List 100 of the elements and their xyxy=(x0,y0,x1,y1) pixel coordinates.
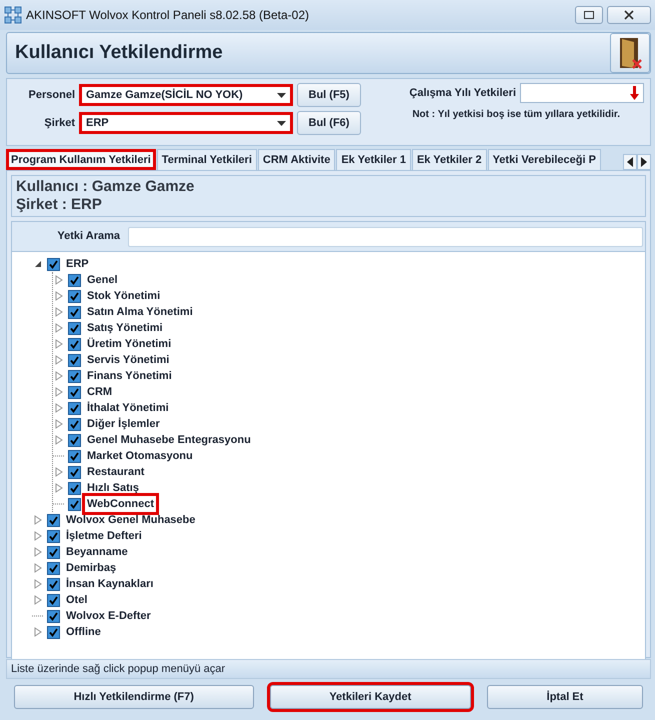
expand-icon[interactable] xyxy=(53,322,65,334)
checkbox[interactable] xyxy=(47,626,60,638)
tree-item[interactable]: Hızlı Satış xyxy=(85,480,141,496)
exit-button[interactable] xyxy=(610,33,650,73)
tree-item[interactable]: Restaurant xyxy=(85,464,146,480)
tree-item[interactable]: Otel xyxy=(64,592,90,608)
tab[interactable]: CRM Aktivite xyxy=(258,148,336,170)
year-field[interactable] xyxy=(520,83,644,103)
caret-icon xyxy=(277,120,286,126)
checkbox[interactable] xyxy=(68,450,81,462)
field-label: Çalışma Yılı Yetkileri xyxy=(409,86,516,101)
expand-icon[interactable] xyxy=(32,514,44,526)
checkbox[interactable] xyxy=(68,498,81,510)
checkbox[interactable] xyxy=(68,354,81,366)
expand-icon[interactable] xyxy=(32,562,44,574)
checkbox[interactable] xyxy=(68,386,81,398)
expand-icon[interactable] xyxy=(32,594,44,606)
expand-icon[interactable] xyxy=(53,306,65,318)
expand-icon[interactable] xyxy=(53,466,65,478)
checkbox[interactable] xyxy=(68,370,81,382)
expand-icon[interactable] xyxy=(53,434,65,446)
checkbox[interactable] xyxy=(68,322,81,334)
tree-item[interactable]: Finans Yönetimi xyxy=(85,368,174,384)
action-button[interactable]: Hızlı Yetkilendirme (F7) xyxy=(14,685,254,709)
tree-item[interactable]: Market Otomasyonu xyxy=(85,448,195,464)
scroll-right-button[interactable] xyxy=(637,154,651,170)
checkbox[interactable] xyxy=(68,418,81,430)
expand-icon[interactable] xyxy=(53,290,65,302)
checkbox[interactable] xyxy=(68,274,81,286)
tab[interactable]: Terminal Yetkileri xyxy=(156,148,257,170)
tree-item[interactable]: Wolvox Genel Muhasebe xyxy=(64,512,198,528)
checkbox[interactable] xyxy=(68,306,81,318)
checkbox[interactable] xyxy=(68,482,81,494)
checkbox[interactable] xyxy=(47,578,60,590)
expand-icon[interactable] xyxy=(53,274,65,286)
action-button[interactable]: Yetkileri Kaydet xyxy=(270,685,471,709)
tree-item[interactable]: İthalat Yönetimi xyxy=(85,400,171,416)
checkbox[interactable] xyxy=(68,290,81,302)
expand-icon[interactable] xyxy=(53,370,65,382)
checkbox[interactable] xyxy=(47,610,60,622)
checkbox[interactable] xyxy=(47,258,60,270)
tree-item[interactable]: Genel xyxy=(85,272,120,288)
checkbox[interactable] xyxy=(47,594,60,606)
tree-item[interactable]: Stok Yönetimi xyxy=(85,288,162,304)
checkbox[interactable] xyxy=(47,530,60,542)
checkbox[interactable] xyxy=(68,466,81,478)
expand-icon[interactable] xyxy=(53,482,65,494)
dropdown-field[interactable]: ERP xyxy=(79,112,293,134)
expand-icon[interactable] xyxy=(53,386,65,398)
tree-item[interactable]: Satın Alma Yönetimi xyxy=(85,304,195,320)
tree-item[interactable]: Servis Yönetimi xyxy=(85,352,172,368)
expand-icon[interactable] xyxy=(32,578,44,590)
scroll-left-button[interactable] xyxy=(623,154,637,170)
find-button[interactable]: Bul (F6) xyxy=(297,111,361,135)
tab[interactable]: Ek Yetkiler 2 xyxy=(412,148,487,170)
checkbox[interactable] xyxy=(68,402,81,414)
expand-icon[interactable] xyxy=(53,418,65,430)
tree-item[interactable]: Wolvox E-Defter xyxy=(64,608,153,624)
find-button[interactable]: Bul (F5) xyxy=(297,83,361,107)
tree-item[interactable]: ERP xyxy=(64,256,91,272)
tab[interactable]: Ek Yetkiler 1 xyxy=(336,148,411,170)
search-label: Yetki Arama xyxy=(56,229,120,244)
expand-icon[interactable] xyxy=(53,338,65,350)
tree-item[interactable]: Satış Yönetimi xyxy=(85,320,165,336)
tree-item[interactable]: Üretim Yönetimi xyxy=(85,336,174,352)
arrow-down-icon[interactable] xyxy=(630,86,639,100)
tree-item[interactable]: İnsan Kaynakları xyxy=(64,576,156,592)
note-text: Not : Yıl yetkisi boş ise tüm yıllara yetkilidir. xyxy=(412,108,620,122)
expand-icon[interactable] xyxy=(32,546,44,558)
window-title: AKINSOFT Wolvox Kontrol Paneli s8.02.58 (Beta-02) xyxy=(26,7,310,24)
tree-item[interactable]: Diğer İşlemler xyxy=(85,416,162,432)
expand-icon[interactable] xyxy=(53,354,65,366)
dropdown-field[interactable]: Gamze Gamze(SİCİL NO YOK) xyxy=(79,84,293,106)
expand-icon[interactable] xyxy=(32,626,44,638)
checkbox[interactable] xyxy=(47,546,60,558)
close-button[interactable] xyxy=(607,6,651,24)
tree-item[interactable]: WebConnect xyxy=(85,496,156,512)
search-field[interactable] xyxy=(128,226,643,246)
company-label: Şirket : ERP xyxy=(16,196,103,214)
tree-item[interactable]: Genel Muhasebe Entegrasyonu xyxy=(85,432,253,448)
checkbox[interactable] xyxy=(68,338,81,350)
tab[interactable]: Yetki Verebileceği P xyxy=(488,148,601,170)
checkbox[interactable] xyxy=(47,562,60,574)
expand-icon[interactable] xyxy=(32,530,44,542)
checkbox[interactable] xyxy=(68,434,81,446)
field-label: Şirket xyxy=(43,116,75,131)
tree-item[interactable]: Offline xyxy=(64,624,103,640)
tree-item[interactable]: Demirbaş xyxy=(64,560,118,576)
expand-icon[interactable] xyxy=(53,402,65,414)
tree-item[interactable]: Beyanname xyxy=(64,544,130,560)
maximize-button[interactable] xyxy=(575,6,603,24)
close-icon xyxy=(624,10,634,20)
maximize-icon xyxy=(584,11,594,19)
tree-item[interactable]: CRM xyxy=(85,384,114,400)
app-icon xyxy=(4,6,22,24)
tab[interactable]: Program Kullanım Yetkileri xyxy=(6,148,156,170)
tree-item[interactable]: İşletme Defteri xyxy=(64,528,144,544)
checkbox[interactable] xyxy=(47,514,60,526)
action-button[interactable]: İptal Et xyxy=(486,685,644,709)
field-label: Personel xyxy=(28,88,75,103)
